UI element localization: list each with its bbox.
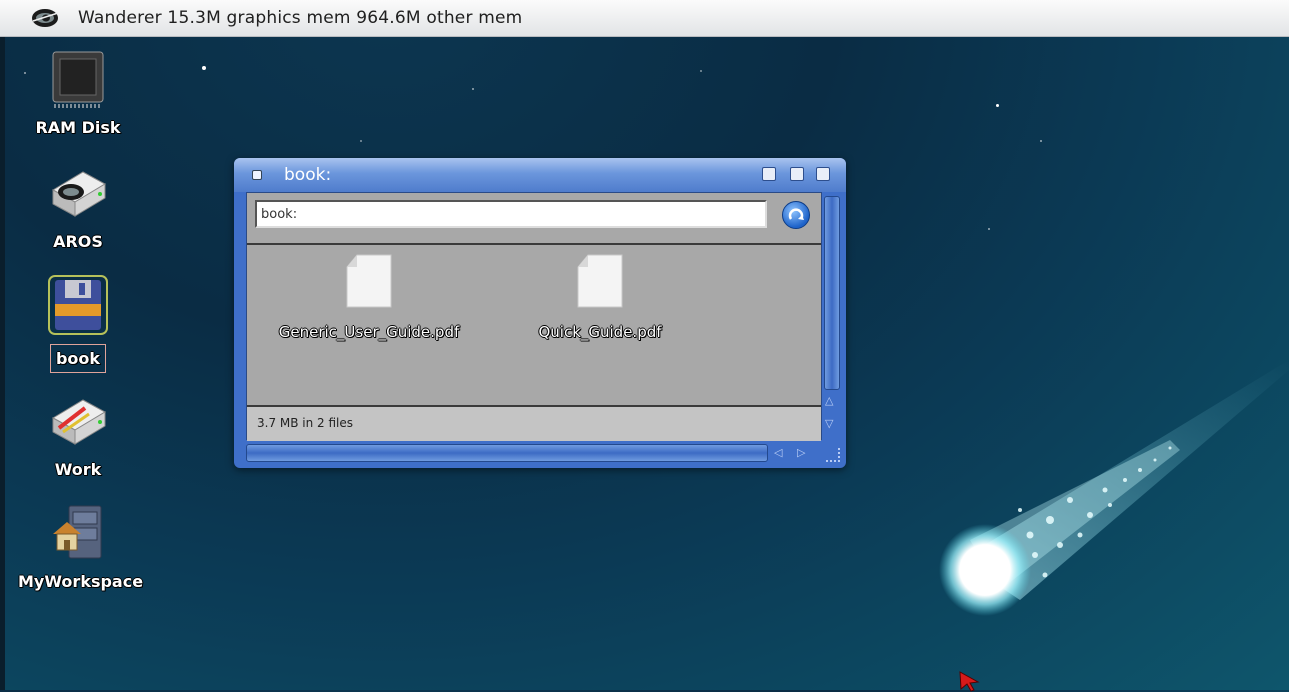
iconify-gadget-icon[interactable] [762,167,776,181]
mouse-pointer-icon [959,671,980,692]
scroll-up-arrow[interactable]: △ [825,394,833,407]
drive-icon [51,399,107,445]
desktop-icon-label: Work [54,460,102,479]
zoom-gadget-icon[interactable] [790,167,804,181]
horizontal-scrollbar[interactable] [246,444,768,462]
desktop-icon-label: book [49,344,107,373]
document-icon [346,254,392,308]
go-arrow-icon [788,208,804,220]
drawer-window-book[interactable]: book: Generic_User_Guide.pdf [234,158,846,468]
desktop-icon-aros[interactable]: AROS [18,160,138,251]
star [996,104,999,107]
drive-icon [51,171,107,217]
aros-cat-eye-icon [32,9,59,27]
home-cabinet-icon [53,505,102,559]
chip-icon [52,51,104,108]
scroll-left-arrow[interactable]: ◁ [774,446,782,459]
star [360,140,362,142]
document-icon [577,254,623,308]
scroll-down-arrow[interactable]: ▽ [825,417,833,430]
screen-title: Wanderer 15.3M graphics mem 964.6M other… [78,8,523,28]
window-title: book: [284,165,332,185]
star [700,70,702,72]
star [472,88,474,90]
desktop-icon-label: AROS [53,232,103,251]
path-input[interactable] [255,200,767,228]
desktop-icon-book[interactable]: book [18,272,138,373]
depth-gadget-icon[interactable] [816,167,830,181]
resize-handle-icon[interactable] [826,448,840,462]
file-name: Generic_User_Guide.pdf [278,323,460,341]
status-bar: 3.7 MB in 2 files [247,405,821,441]
status-text: 3.7 MB in 2 files [257,416,354,430]
star [202,66,206,70]
path-bar [247,193,821,245]
window-content: Generic_User_Guide.pdf Quick_Guide.pdf 3… [246,192,822,441]
close-gadget-icon[interactable] [252,170,262,180]
star [1040,140,1042,142]
window-title-bar[interactable]: book: [234,158,846,192]
desktop-icon-myworkspace[interactable]: MyWorkspace [18,500,143,591]
floppy-disk-icon [48,275,108,335]
screen-left-edge [0,37,5,690]
screen-title-bar[interactable]: Wanderer 15.3M graphics mem 964.6M other… [0,0,1289,37]
scroll-right-arrow[interactable]: ▷ [797,446,805,459]
desktop-icon-label: MyWorkspace [18,572,144,591]
comet-graphic [939,360,1289,616]
file-icon-generic-user-guide[interactable]: Generic_User_Guide.pdf [254,253,484,341]
desktop-icon-label: RAM Disk [35,118,121,137]
go-arrow-button[interactable] [782,201,810,229]
star [988,228,990,230]
file-icon-quick-guide[interactable]: Quick_Guide.pdf [485,253,715,341]
vertical-scrollbar[interactable] [824,196,840,390]
desktop-icon-ram-disk[interactable]: RAM Disk [18,46,138,137]
desktop-icon-work[interactable]: Work [18,388,138,479]
file-name: Quick_Guide.pdf [538,323,662,341]
